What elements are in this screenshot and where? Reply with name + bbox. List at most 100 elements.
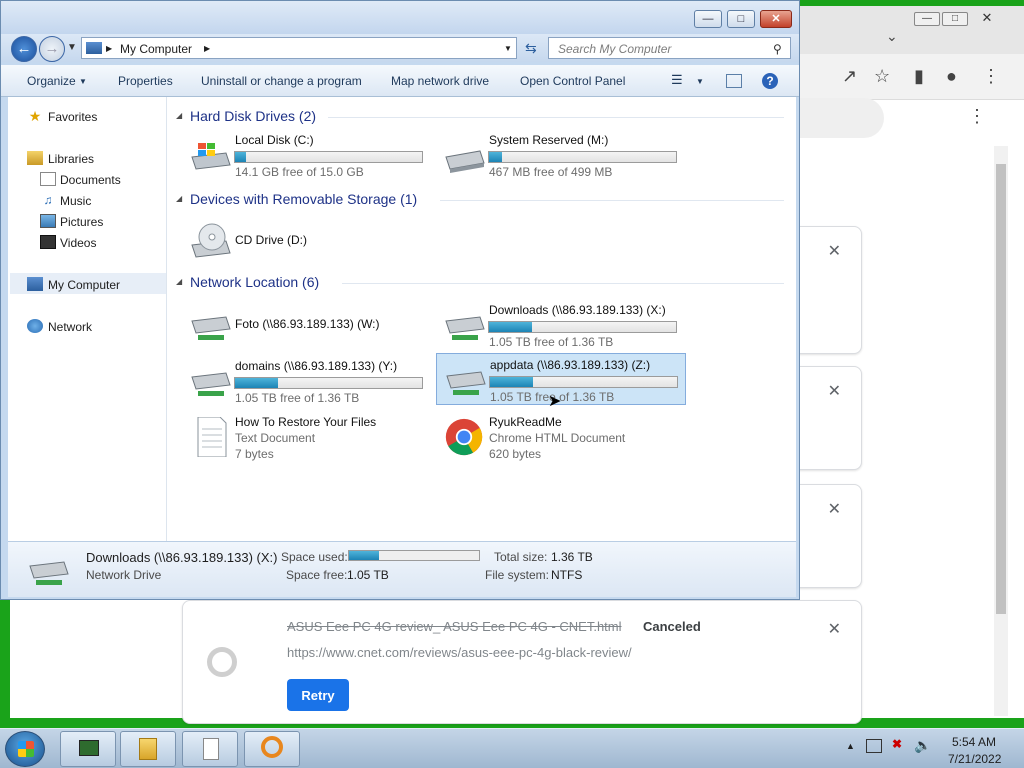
file-ryuk[interactable]: RyukReadMe Chrome HTML Document 620 byte… (436, 411, 686, 465)
share-icon[interactable]: ↗ (842, 66, 857, 86)
chrome-maximize-button[interactable]: □ (942, 12, 968, 26)
map-network-drive-button[interactable]: Map network drive (391, 74, 489, 88)
group-header-removable[interactable]: Devices with Removable Storage (1) (190, 191, 417, 207)
back-button[interactable]: ← (11, 36, 37, 62)
taskbar-app-explorer[interactable] (120, 731, 176, 767)
clock-time[interactable]: 5:54 AM (952, 735, 996, 749)
preview-pane-icon[interactable] (726, 74, 742, 88)
nav-pictures[interactable]: Pictures (60, 215, 103, 229)
close-icon[interactable]: ✕ (828, 381, 841, 401)
tab-list-chevron-icon[interactable]: ⌄ (886, 26, 898, 46)
bookmark-star-icon[interactable]: ☆ (874, 66, 890, 86)
download-url[interactable]: https://www.cnet.com/reviews/asus-eee-pc… (287, 645, 632, 660)
collapse-triangle-icon[interactable]: ◢ (176, 111, 182, 120)
start-button[interactable] (5, 731, 45, 767)
group-header-network[interactable]: Network Location (6) (190, 274, 319, 290)
close-icon[interactable]: ✕ (828, 499, 841, 519)
nav-documents[interactable]: Documents (60, 173, 121, 187)
address-bar[interactable]: ▶ My Computer ▶ ▼ (81, 37, 517, 59)
nav-videos[interactable]: Videos (60, 236, 96, 250)
recent-pages-chevron-icon[interactable]: ▼ (67, 38, 77, 58)
downloads-menu-icon[interactable]: ⋮ (968, 106, 986, 126)
scrollbar-thumb[interactable] (996, 164, 1006, 614)
download-card-canceled: ASUS Eee PC 4G review_ ASUS Eee PC 4G - … (182, 600, 862, 724)
taskbar-app-search[interactable] (244, 731, 300, 767)
drive-free-space: 1.05 TB free of 1.36 TB (235, 391, 360, 405)
open-control-panel-button[interactable]: Open Control Panel (520, 74, 625, 88)
network-drive-icon (191, 316, 231, 340)
close-icon[interactable]: ✕ (828, 241, 841, 261)
organize-button[interactable]: Organize (27, 74, 76, 88)
maximize-button[interactable]: □ (727, 10, 755, 28)
forward-button[interactable]: → (39, 36, 65, 62)
retry-button[interactable]: Retry (287, 679, 349, 711)
drive-w[interactable]: Foto (\\86.93.189.133) (W:) (182, 299, 432, 351)
group-header-hdd[interactable]: Hard Disk Drives (2) (190, 108, 316, 124)
usage-bar (489, 376, 678, 388)
drive-d[interactable]: CD Drive (D:) (182, 215, 432, 267)
group-divider (440, 200, 784, 201)
chrome-menu-icon[interactable]: ⋮ (982, 66, 1000, 86)
magnifier-icon (261, 736, 283, 758)
task-manager-icon (79, 740, 99, 756)
chrome-minimize-button[interactable]: — (914, 12, 940, 26)
organize-chevron-icon[interactable]: ▼ (79, 77, 87, 86)
volume-icon[interactable]: 🔈 (914, 737, 931, 754)
side-panel-icon[interactable]: ▮ (914, 66, 924, 86)
collapse-triangle-icon[interactable]: ◢ (176, 277, 182, 286)
view-chevron-icon[interactable]: ▼ (696, 77, 704, 86)
cd-drive-icon (191, 223, 231, 258)
explorer-window: — □ ✕ ← → ▼ ▶ My Computer ▶ ▼ ⇆ Search M… (0, 0, 800, 600)
document-icon (203, 738, 219, 760)
nav-libraries[interactable]: Libraries (48, 152, 94, 166)
chrome-close-button[interactable]: ✕ (974, 11, 1000, 26)
download-title[interactable]: ASUS Eee PC 4G review_ ASUS Eee PC 4G - … (287, 619, 622, 634)
close-button[interactable]: ✕ (760, 10, 792, 28)
explorer-body: ★ Favorites Libraries Documents ♫ Music … (8, 97, 796, 541)
hard-drive-icon (445, 150, 485, 173)
nav-network[interactable]: Network (48, 320, 92, 334)
drive-m[interactable]: System Reserved (M:) 467 MB free of 499 … (436, 129, 686, 181)
profile-avatar-icon[interactable]: ● (946, 66, 957, 86)
network-drive-icon (29, 561, 69, 585)
windows-drive-icon (191, 143, 231, 170)
usage-bar (234, 377, 423, 389)
clock-date[interactable]: 7/21/2022 (948, 752, 1001, 766)
breadcrumb-my-computer[interactable]: My Computer (120, 42, 192, 56)
collapse-triangle-icon[interactable]: ◢ (176, 194, 182, 203)
help-icon[interactable]: ? (762, 73, 778, 89)
videos-filmstrip-icon (40, 235, 56, 249)
close-icon[interactable]: ✕ (828, 619, 841, 639)
refresh-icon[interactable]: ⇆ (525, 38, 537, 58)
uninstall-button[interactable]: Uninstall or change a program (201, 74, 362, 88)
taskbar-app-notepad[interactable] (182, 731, 238, 767)
view-options-icon[interactable]: ☰ (671, 72, 683, 88)
folder-icon (139, 738, 157, 760)
properties-button[interactable]: Properties (118, 74, 173, 88)
file-icon (207, 647, 237, 677)
drive-x[interactable]: Downloads (\\86.93.189.133) (X:) 1.05 TB… (436, 299, 686, 351)
drive-y[interactable]: domains (\\86.93.189.133) (Y:) 1.05 TB f… (182, 355, 432, 407)
nav-favorites[interactable]: Favorites (48, 110, 97, 124)
usage-bar (234, 151, 423, 163)
drive-c[interactable]: Local Disk (C:) 14.1 GB free of 15.0 GB (182, 129, 432, 181)
scrollbar[interactable] (994, 146, 1008, 716)
taskbar-app-monitor[interactable] (60, 731, 116, 767)
documents-icon (40, 172, 56, 186)
tray-expand-icon[interactable]: ▲ (846, 741, 855, 751)
breadcrumb-arrow-icon[interactable]: ▶ (204, 44, 210, 53)
breadcrumb-arrow-icon[interactable]: ▶ (106, 44, 112, 53)
nav-my-computer[interactable]: My Computer (48, 278, 120, 292)
address-dropdown-icon[interactable]: ▼ (504, 44, 512, 53)
file-restore[interactable]: How To Restore Your Files Text Document … (182, 411, 432, 465)
space-used-label: Space used: (281, 550, 348, 564)
nav-music[interactable]: Music (60, 194, 91, 208)
chrome-logo-icon (445, 418, 483, 456)
action-center-flag-icon[interactable]: ✖ (892, 737, 902, 751)
file-size: 620 bytes (489, 447, 542, 461)
minimize-button[interactable]: — (694, 10, 722, 28)
search-input[interactable]: Search My Computer ⚲ (548, 37, 791, 59)
search-icon[interactable]: ⚲ (773, 42, 782, 56)
network-tray-icon[interactable] (866, 739, 882, 753)
mouse-cursor-icon: ➤ (548, 393, 562, 410)
